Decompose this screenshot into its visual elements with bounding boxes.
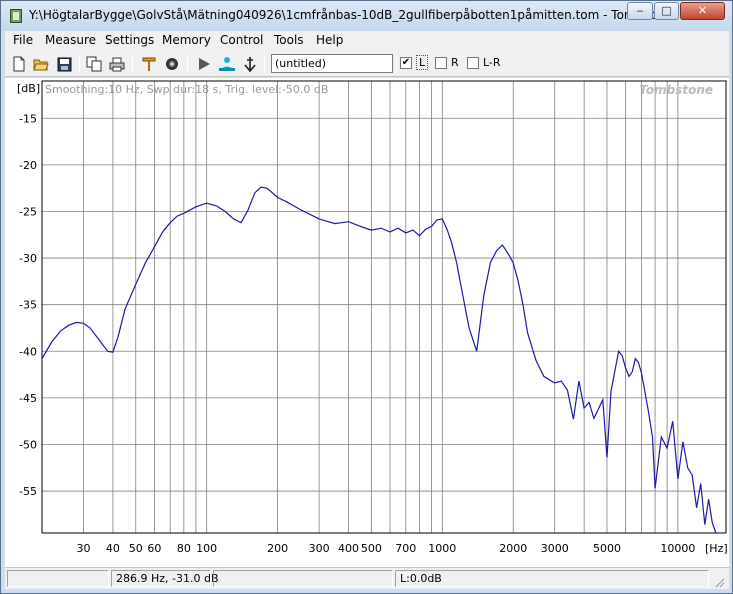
channel-lr-checkbox[interactable] — [467, 57, 479, 69]
x-tick-label: 40 — [106, 542, 120, 555]
toolbar-separator — [396, 55, 397, 73]
marker-button[interactable] — [241, 55, 259, 73]
save-file-button[interactable] — [55, 55, 73, 73]
tombstone-app-icon[interactable] — [10, 9, 22, 23]
x-tick-label: 1000 — [428, 542, 456, 555]
channel-l-checkbox[interactable]: ✔ — [400, 57, 412, 69]
x-unit-label: [Hz] — [705, 542, 728, 555]
channel-lr-label: L-R — [483, 56, 501, 69]
save-disk-icon — [57, 57, 71, 71]
x-tick-label: 3000 — [541, 542, 569, 555]
channel-l-label: L — [416, 55, 429, 70]
x-tick-label: 100 — [196, 542, 217, 555]
menu-help[interactable]: Help — [316, 33, 343, 47]
y-unit-label: [dB] — [17, 82, 40, 95]
play-icon — [199, 58, 210, 70]
copy-icon — [86, 56, 102, 72]
play-button[interactable] — [195, 55, 213, 73]
channel-r-label: R — [451, 56, 459, 69]
window-title: Y:\HögtalarBygge\GolvStå\Mätning040926\1… — [29, 8, 678, 22]
menu-memory[interactable]: Memory — [162, 33, 211, 47]
y-tick-label: -35 — [19, 299, 37, 312]
y-tick-label: -50 — [19, 438, 37, 451]
status-cursor-readout: 286.9 Hz, -31.0 dB — [111, 570, 219, 587]
y-tick-label: -40 — [19, 345, 37, 358]
speaker-button[interactable] — [163, 55, 181, 73]
x-tick-label: 400 — [338, 542, 359, 555]
app-window: Y:\HögtalarBygge\GolvStå\Mätning040926\1… — [0, 0, 733, 594]
y-tick-label: -30 — [19, 252, 37, 265]
toolbar-separator — [187, 55, 188, 73]
checkmark-icon: ✔ — [401, 57, 411, 68]
title-bar[interactable]: Y:\HögtalarBygge\GolvStå\Mätning040926\1… — [1, 1, 732, 31]
minimize-button[interactable]: ‒ — [627, 2, 653, 20]
x-tick-label: 60 — [147, 542, 161, 555]
menu-control[interactable]: Control — [220, 33, 263, 47]
y-tick-label: -20 — [19, 159, 37, 172]
x-tick-label: 30 — [76, 542, 90, 555]
toolbar: (untitled) ✔ L R L-R — [5, 51, 729, 77]
x-tick-label: 300 — [309, 542, 330, 555]
speaker-target-icon — [166, 58, 178, 70]
frequency-response-curve — [41, 186, 720, 534]
resize-grip-icon[interactable] — [713, 576, 725, 588]
print-button[interactable] — [108, 55, 126, 73]
x-tick-label: 2000 — [499, 542, 527, 555]
menu-file[interactable]: File — [13, 33, 33, 47]
printer-icon — [109, 57, 125, 71]
x-tick-label: 50 — [129, 542, 143, 555]
plot-frame — [41, 80, 727, 534]
channel-r-checkbox[interactable] — [435, 57, 447, 69]
open-file-button[interactable] — [32, 55, 50, 73]
frequency-response-chart[interactable]: 30 40 50 60 80 100 200 300 400 500 700 1000 2000 3000… — [5, 78, 729, 567]
new-file-button[interactable] — [10, 55, 28, 73]
y-tick-label: -25 — [19, 205, 37, 218]
measurement-name-input[interactable]: (untitled) — [271, 54, 393, 73]
x-tick-label: 10000 — [660, 542, 695, 555]
microphone-stand-icon — [142, 57, 156, 71]
status-panel-empty — [7, 570, 109, 587]
sweep-person-icon — [219, 57, 235, 71]
new-file-icon — [13, 56, 25, 72]
frequency-response-graph[interactable]: 30 40 50 60 80 100 200 300 400 500 700 1000 2000 3000… — [5, 78, 729, 567]
status-level-readout: L:0.0dB — [395, 570, 709, 587]
toolbar-separator — [132, 55, 133, 73]
x-tick-label: 5000 — [593, 542, 621, 555]
measure-probe-button[interactable] — [140, 55, 158, 73]
x-tick-label: 500 — [361, 542, 382, 555]
status-bar: 286.9 Hz, -31.0 dB L:0.0dB — [5, 567, 729, 589]
status-panel-empty — [213, 570, 393, 587]
maximize-button[interactable]: □ — [654, 2, 679, 20]
open-folder-icon — [33, 59, 49, 71]
y-tick-label: -45 — [19, 392, 37, 405]
menu-tools[interactable]: Tools — [274, 33, 304, 47]
x-tick-label: 200 — [267, 542, 288, 555]
menu-settings[interactable]: Settings — [105, 33, 154, 47]
copy-button[interactable] — [85, 55, 103, 73]
x-tick-label: 80 — [177, 542, 191, 555]
x-tick-label: 700 — [395, 542, 416, 555]
close-button[interactable]: ✕ — [680, 2, 725, 20]
menu-measure[interactable]: Measure — [45, 33, 96, 47]
toolbar-separator — [79, 55, 80, 73]
toolbar-separator — [264, 55, 265, 73]
anchor-marker-icon — [244, 57, 256, 72]
menu-bar: File Measure Settings Memory Control Too… — [5, 31, 729, 51]
y-tick-label: -55 — [19, 485, 37, 498]
measurement-info: Smoothing:10 Hz, Swp dur:18 s, Trig. lev… — [45, 83, 328, 96]
tombstone-watermark: Tombstone — [639, 83, 713, 97]
y-tick-label: -15 — [19, 112, 37, 125]
record-sweep-button[interactable] — [218, 55, 236, 73]
